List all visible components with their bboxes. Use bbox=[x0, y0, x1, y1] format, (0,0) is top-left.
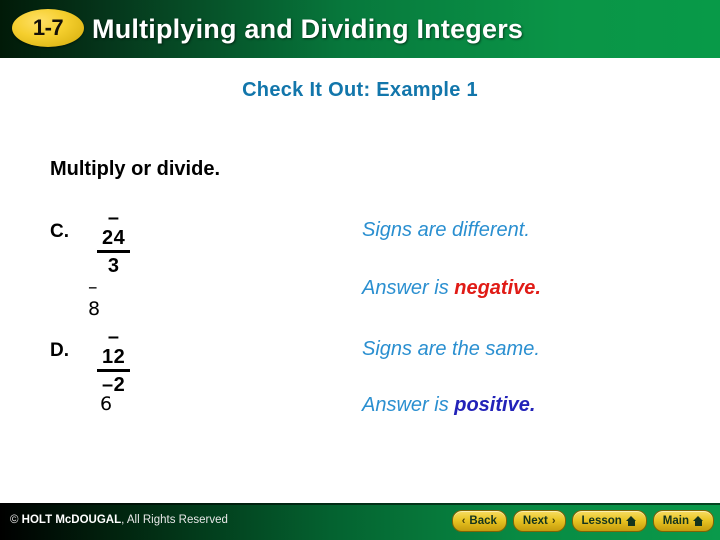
reason-c: Signs are different. bbox=[362, 219, 530, 241]
conclusion-d: Answer is positive. bbox=[362, 394, 535, 417]
lesson-button[interactable]: Lesson bbox=[571, 510, 647, 532]
lesson-number-badge: 1-7 bbox=[12, 9, 84, 47]
fraction-c-denominator: 3 bbox=[107, 255, 120, 277]
copyright-symbol: © bbox=[10, 514, 22, 526]
example-heading: Check It Out: Example 1 bbox=[242, 79, 478, 101]
conclusion-c: Answer is negative. bbox=[362, 277, 541, 300]
next-button[interactable]: Next › bbox=[512, 510, 566, 532]
fraction-d-bar bbox=[97, 369, 131, 372]
fraction-d: –12 –2 bbox=[97, 326, 131, 396]
main-button-label: Main bbox=[662, 515, 689, 527]
slide-header: 1-7 Multiplying and Dividing Integers bbox=[0, 0, 720, 58]
reason-d: Signs are the same. bbox=[362, 338, 540, 360]
slide-body: Check It Out: Example 1 Multiply or divi… bbox=[0, 58, 720, 503]
fraction-c-bar bbox=[97, 250, 131, 253]
back-button-label: Back bbox=[469, 515, 497, 527]
copyright-brand: HOLT McDOUGAL bbox=[21, 514, 122, 526]
page-title: Multiplying and Dividing Integers bbox=[92, 14, 524, 44]
conclusion-d-emphasis: positive. bbox=[454, 394, 536, 416]
instruction-text: Multiply or divide. bbox=[50, 158, 221, 180]
answer-d: 6 bbox=[100, 393, 113, 415]
fraction-c: –24 3 bbox=[97, 207, 131, 277]
fraction-d-numerator: –12 bbox=[102, 326, 126, 368]
slide-footer: © HOLT McDOUGAL, All Rights Reserved ‹ B… bbox=[0, 503, 720, 540]
conclusion-c-prefix: Answer is bbox=[362, 277, 455, 299]
footer-navigation: ‹ Back Next › Lesson Main bbox=[451, 510, 714, 532]
chevron-left-icon: ‹ bbox=[461, 515, 466, 527]
conclusion-c-emphasis: negative. bbox=[454, 277, 541, 299]
home-icon bbox=[693, 516, 704, 526]
chevron-right-icon: › bbox=[551, 515, 556, 527]
home-icon bbox=[625, 516, 637, 526]
fraction-c-numerator: –24 bbox=[102, 207, 126, 249]
copyright-rest: , All Rights Reserved bbox=[121, 514, 228, 526]
back-button[interactable]: ‹ Back bbox=[451, 510, 507, 532]
answer-c: –8 bbox=[88, 276, 101, 320]
problem-label-d: D. bbox=[50, 340, 69, 361]
lesson-button-label: Lesson bbox=[581, 515, 622, 527]
main-button[interactable]: Main bbox=[652, 510, 714, 532]
copyright-notice: © HOLT McDOUGAL, All Rights Reserved bbox=[10, 514, 228, 526]
lesson-number-text: 1-7 bbox=[32, 15, 64, 40]
next-button-label: Next bbox=[522, 515, 548, 527]
footer-divider bbox=[0, 503, 720, 505]
problem-label-c: C. bbox=[50, 221, 69, 242]
fraction-d-denominator: –2 bbox=[102, 374, 126, 396]
conclusion-d-prefix: Answer is bbox=[362, 394, 455, 416]
